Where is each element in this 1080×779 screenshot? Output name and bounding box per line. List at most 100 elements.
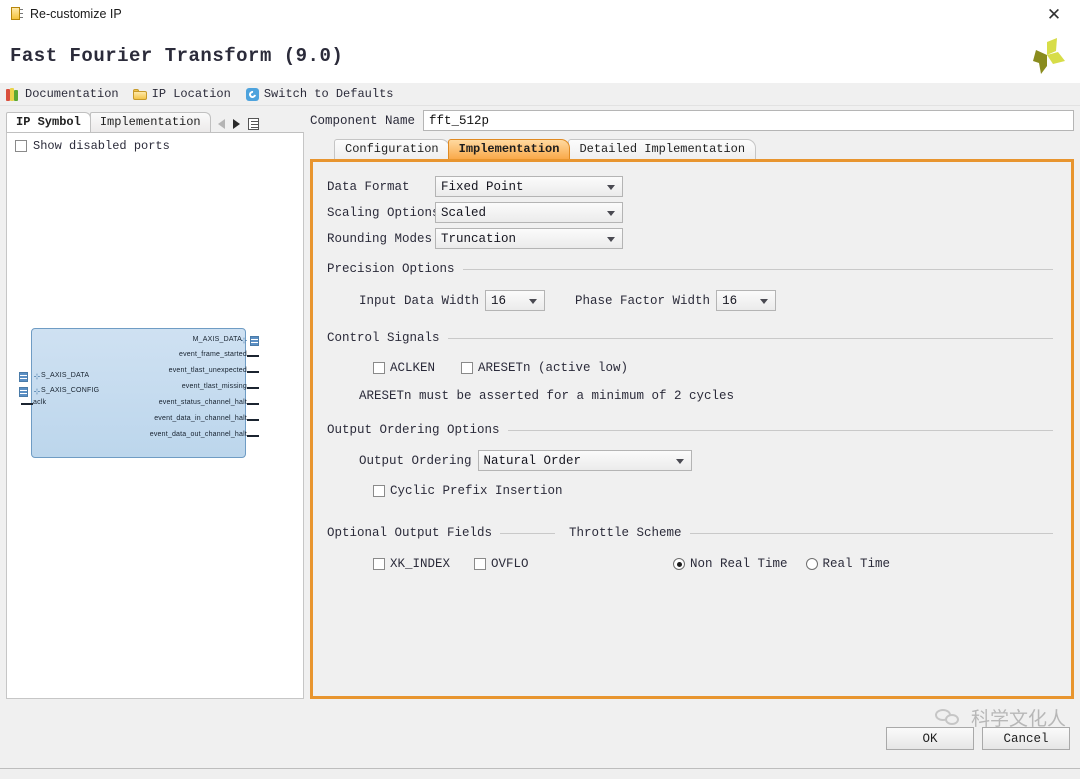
port-label-m-axis-data: M_AXIS_DATA bbox=[193, 336, 242, 343]
non-real-time-radio-item[interactable]: Non Real Time bbox=[673, 557, 788, 571]
xk-index-item[interactable]: XK_INDEX bbox=[373, 557, 450, 571]
expand-icon-s-axis-config[interactable]: ⊹ bbox=[33, 388, 41, 396]
aresetn-checkbox[interactable] bbox=[461, 362, 473, 374]
ip-location-button[interactable]: IP Location bbox=[133, 87, 231, 102]
chevron-down-icon bbox=[607, 211, 615, 216]
cyclic-prefix-insertion-item[interactable]: Cyclic Prefix Insertion bbox=[373, 484, 563, 498]
output-ordering-options-group: Output Ordering Options Output Ordering … bbox=[327, 423, 1053, 498]
phase-factor-width-dropdown[interactable]: 16 bbox=[716, 290, 776, 311]
aresetn-label: ARESETn (active low) bbox=[478, 361, 628, 375]
switch-to-defaults-button[interactable]: Switch to Defaults bbox=[245, 87, 394, 102]
real-time-radio-item[interactable]: Real Time bbox=[806, 557, 891, 571]
documentation-button[interactable]: Documentation bbox=[6, 87, 119, 102]
expand-icon-s-axis-data[interactable]: ⊹ bbox=[33, 373, 41, 381]
port-label-s-axis-config: S_AXIS_CONFIG bbox=[41, 387, 99, 394]
config-tabstrip: Configuration Implementation Detailed Im… bbox=[310, 137, 1074, 159]
pin-event-data-out-channel-halt bbox=[247, 435, 259, 437]
component-name-input[interactable] bbox=[423, 110, 1074, 131]
cyclic-prefix-row: Cyclic Prefix Insertion bbox=[327, 484, 1053, 498]
port-label-aclk: aclk bbox=[33, 399, 46, 406]
implementation-tab-panel: Data Format Fixed Point Scaling Options … bbox=[310, 159, 1074, 699]
pin-event-tlast-unexpected bbox=[247, 371, 259, 373]
scaling-options-value: Scaled bbox=[441, 206, 486, 220]
port-label-event-tlast-missing: event_tlast_missing bbox=[182, 383, 247, 390]
aclken-checkbox[interactable] bbox=[373, 362, 385, 374]
output-ordering-header: Output Ordering Options bbox=[327, 423, 1053, 437]
show-disabled-ports-row[interactable]: Show disabled ports bbox=[7, 133, 303, 153]
scaling-options-dropdown[interactable]: Scaled bbox=[435, 202, 623, 223]
real-time-radio[interactable] bbox=[806, 558, 818, 570]
switch-to-defaults-label: Switch to Defaults bbox=[264, 87, 394, 101]
show-disabled-ports-checkbox[interactable] bbox=[15, 140, 27, 152]
output-ordering-options-title: Output Ordering Options bbox=[327, 423, 500, 437]
product-header: Fast Fourier Transform (9.0) bbox=[0, 28, 1080, 83]
tab-configuration[interactable]: Configuration bbox=[334, 139, 450, 159]
input-data-width-dropdown[interactable]: 16 bbox=[485, 290, 545, 311]
throttle-scheme-header: Throttle Scheme bbox=[569, 526, 1053, 540]
divider bbox=[500, 533, 555, 534]
books-icon bbox=[6, 87, 21, 102]
precision-fields-row: Input Data Width 16 Phase Factor Width 1… bbox=[327, 290, 1053, 311]
port-label-event-frame-started: event_frame_started bbox=[179, 351, 247, 358]
ovflo-item[interactable]: OVFLO bbox=[474, 557, 529, 571]
rounding-modes-dropdown[interactable]: Truncation bbox=[435, 228, 623, 249]
tab-detailed-implementation[interactable]: Detailed Implementation bbox=[568, 139, 756, 159]
ip-symbol-panel: IP Symbol Implementation Show disabled p… bbox=[6, 110, 304, 699]
refresh-icon bbox=[245, 87, 260, 102]
bottom-groups: Optional Output Fields XK_INDEX OVFLO bbox=[327, 526, 1053, 571]
ip-toolbar: Documentation IP Location Switch to Defa… bbox=[0, 83, 1080, 106]
ovflo-checkbox[interactable] bbox=[474, 558, 486, 570]
ovflo-label: OVFLO bbox=[491, 557, 529, 571]
divider bbox=[448, 338, 1053, 339]
left-tabstrip: IP Symbol Implementation bbox=[6, 110, 304, 132]
divider bbox=[508, 430, 1053, 431]
tab-list-icon[interactable] bbox=[248, 118, 259, 130]
window-titlebar: Re-customize IP ✕ bbox=[0, 0, 1080, 28]
close-icon[interactable]: ✕ bbox=[1034, 2, 1074, 26]
port-label-s-axis-data: S_AXIS_DATA bbox=[41, 372, 89, 379]
precision-options-title: Precision Options bbox=[327, 262, 455, 276]
cancel-button[interactable]: Cancel bbox=[982, 727, 1070, 750]
optional-output-fields-group: Optional Output Fields XK_INDEX OVFLO bbox=[327, 526, 555, 571]
pin-event-tlast-missing bbox=[247, 387, 259, 389]
aclken-checkbox-item[interactable]: ACLKEN bbox=[373, 361, 435, 375]
tab-implementation-left[interactable]: Implementation bbox=[90, 112, 211, 132]
throttle-scheme-radios: Non Real Time Real Time bbox=[569, 557, 1053, 571]
bus-connector-s-axis-config bbox=[19, 387, 28, 397]
data-format-dropdown[interactable]: Fixed Point bbox=[435, 176, 623, 197]
chevron-down-icon bbox=[607, 237, 615, 242]
ok-button[interactable]: OK bbox=[886, 727, 974, 750]
output-ordering-row: Output Ordering Natural Order bbox=[327, 450, 1053, 471]
rounding-modes-value: Truncation bbox=[441, 232, 516, 246]
chevron-down-icon bbox=[607, 185, 615, 190]
chevron-right-icon[interactable] bbox=[233, 119, 240, 129]
precision-options-header: Precision Options bbox=[327, 262, 1053, 276]
optional-output-fields-header: Optional Output Fields bbox=[327, 526, 555, 540]
control-signals-header: Control Signals bbox=[327, 331, 1053, 345]
port-label-event-data-out-channel-halt: event_data_out_channel_halt bbox=[150, 431, 247, 438]
optional-output-checkboxes: XK_INDEX OVFLO bbox=[327, 557, 555, 571]
pin-event-frame-started bbox=[247, 355, 259, 357]
scaling-options-row: Scaling Options Scaled bbox=[327, 202, 1053, 223]
xk-index-checkbox[interactable] bbox=[373, 558, 385, 570]
tab-implementation[interactable]: Implementation bbox=[448, 139, 571, 159]
aclken-label: ACLKEN bbox=[390, 361, 435, 375]
tab-ip-symbol[interactable]: IP Symbol bbox=[6, 112, 91, 132]
phase-factor-width-value: 16 bbox=[722, 294, 737, 308]
chevron-down-icon bbox=[529, 299, 537, 304]
divider bbox=[690, 533, 1053, 534]
cyclic-prefix-insertion-checkbox[interactable] bbox=[373, 485, 385, 497]
chevron-down-icon bbox=[760, 299, 768, 304]
non-real-time-label: Non Real Time bbox=[690, 557, 788, 571]
chevron-left-icon[interactable] bbox=[218, 119, 225, 129]
app-chip-icon bbox=[8, 6, 24, 22]
ip-symbol-diagram: ⊹ S_AXIS_DATA ⊹ S_AXIS_CONFIG aclk ⊹ M_A… bbox=[19, 328, 289, 463]
ip-symbol-canvas: Show disabled ports ⊹ S_AXIS_DATA ⊹ S_AX… bbox=[6, 132, 304, 699]
output-ordering-dropdown[interactable]: Natural Order bbox=[478, 450, 692, 471]
phase-factor-width-label: Phase Factor Width bbox=[575, 294, 710, 308]
chevron-down-icon bbox=[676, 459, 684, 464]
show-disabled-ports-label: Show disabled ports bbox=[33, 139, 170, 153]
non-real-time-radio[interactable] bbox=[673, 558, 685, 570]
aresetn-checkbox-item[interactable]: ARESETn (active low) bbox=[461, 361, 628, 375]
dialog-buttons: OK Cancel bbox=[886, 727, 1070, 750]
